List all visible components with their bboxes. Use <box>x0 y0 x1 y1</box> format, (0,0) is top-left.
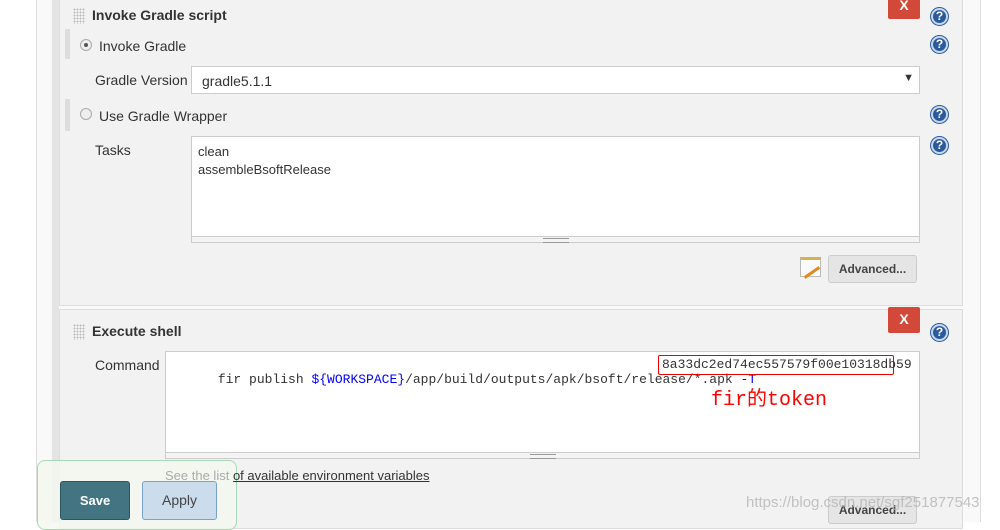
help-icon[interactable]: ? <box>931 36 948 53</box>
token-annotation: fir的token <box>711 389 828 412</box>
help-icon[interactable]: ? <box>931 8 948 25</box>
invoke-gradle-label: Invoke Gradle <box>99 38 187 54</box>
dropdown-arrow-icon: ▼ <box>903 72 914 84</box>
watermark: https://blog.csdn.net/sgf251877543 <box>746 494 980 511</box>
delete-step-button[interactable]: X <box>888 307 920 333</box>
step-title: Invoke Gradle script <box>92 7 227 23</box>
help-icon[interactable]: ? <box>931 324 948 341</box>
gradle-build-step: Invoke Gradle script X ? Invoke Gradle ?… <box>59 0 963 306</box>
command-variable: ${WORKSPACE} <box>311 372 406 387</box>
advanced-button[interactable]: Advanced... <box>828 255 917 283</box>
save-button[interactable]: Save <box>60 481 130 520</box>
help-icon[interactable]: ? <box>931 106 948 123</box>
apply-button[interactable]: Apply <box>142 481 217 520</box>
help-icon[interactable]: ? <box>931 137 948 154</box>
resize-handle[interactable] <box>192 236 919 243</box>
use-wrapper-radio[interactable] <box>80 108 92 120</box>
invoke-gradle-radio[interactable] <box>80 39 92 51</box>
env-vars-link[interactable]: of available environment variables <box>233 468 430 483</box>
token-highlight: 8a33dc2ed74ec557579f00e10318db59 <box>658 355 912 375</box>
command-textarea[interactable]: fir publish ${WORKSPACE}/app/build/outpu… <box>165 351 920 459</box>
gradle-version-label: Gradle Version <box>95 72 188 88</box>
panel-band <box>52 0 59 522</box>
step-title: Execute shell <box>92 323 182 339</box>
radio-block-bar <box>65 29 70 59</box>
resize-handle[interactable] <box>166 452 919 459</box>
use-wrapper-label: Use Gradle Wrapper <box>99 108 228 124</box>
drag-handle-icon[interactable] <box>73 324 85 340</box>
gradle-version-select[interactable]: gradle5.1.1 ▼ <box>191 66 920 94</box>
command-text: fir publish <box>217 372 312 387</box>
delete-step-button[interactable]: X <box>888 0 920 19</box>
radio-block-bar <box>65 99 70 131</box>
command-label: Command <box>95 357 160 373</box>
task-line: assembleBsoftRelease <box>198 162 331 177</box>
notepad-icon[interactable] <box>800 257 821 279</box>
tasks-textarea[interactable]: clean assembleBsoftRelease <box>191 136 920 243</box>
drag-handle-icon[interactable] <box>73 8 85 24</box>
tasks-label: Tasks <box>95 142 131 158</box>
task-line: clean <box>198 144 230 159</box>
gradle-version-value: gradle5.1.1 <box>202 73 273 89</box>
